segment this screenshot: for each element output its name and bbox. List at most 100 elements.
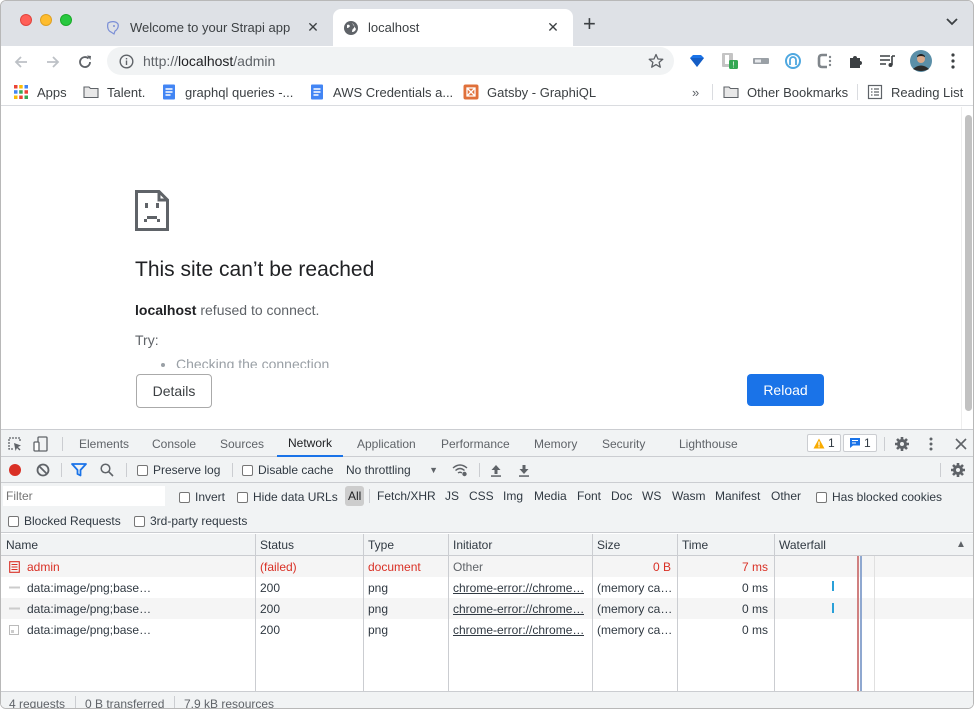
- cell-initiator[interactable]: chrome-error://chrome…: [448, 598, 592, 619]
- cell-initiator[interactable]: chrome-error://chrome…: [448, 577, 592, 598]
- inspect-element-icon[interactable]: [7, 436, 23, 452]
- bookmark-aws-credentials[interactable]: AWS Credentials a...: [309, 82, 453, 102]
- column-header-size[interactable]: Size: [592, 534, 677, 555]
- minimize-window-button[interactable]: [40, 14, 52, 26]
- warnings-badge[interactable]: 1: [807, 434, 841, 452]
- checkbox[interactable]: [8, 515, 19, 527]
- bookmark-star-icon[interactable]: [648, 53, 664, 69]
- filter-input[interactable]: [3, 486, 165, 506]
- bookmarks-overflow-button[interactable]: »: [692, 82, 699, 102]
- media-control-icon[interactable]: [878, 51, 898, 71]
- maximize-window-button[interactable]: [60, 14, 72, 26]
- devtools-more-icon[interactable]: [926, 436, 936, 452]
- table-row[interactable]: admin (failed) document Other 0 B 7 ms: [1, 556, 973, 577]
- extension-warning-icon[interactable]: !: [720, 51, 740, 71]
- checkbox[interactable]: [242, 464, 253, 476]
- scrollbar-thumb[interactable]: [965, 115, 972, 411]
- filter-type-img[interactable]: Img: [500, 486, 526, 506]
- redux-devtools-icon[interactable]: [783, 51, 803, 71]
- filter-type-css[interactable]: CSS: [466, 486, 497, 506]
- import-har-icon[interactable]: [489, 463, 503, 477]
- page-scrollbar[interactable]: [961, 107, 973, 429]
- close-tab-icon[interactable]: ✕: [305, 19, 321, 36]
- tab-localhost[interactable]: localhost ✕: [333, 9, 573, 46]
- close-devtools-icon[interactable]: [954, 437, 968, 451]
- search-icon[interactable]: [100, 463, 114, 477]
- profile-avatar[interactable]: [909, 49, 933, 73]
- address-bar[interactable]: http://localhost/admin: [107, 47, 674, 75]
- extension-tag-icon[interactable]: [751, 51, 771, 71]
- filter-type-fetch-xhr[interactable]: Fetch/XHR: [374, 486, 439, 506]
- column-divider[interactable]: [363, 534, 364, 691]
- bookmark-gatsby-graphiql[interactable]: Gatsby - GraphiQL: [463, 82, 596, 102]
- filter-type-manifest[interactable]: Manifest: [712, 486, 763, 506]
- clear-icon[interactable]: [36, 463, 50, 477]
- throttling-select[interactable]: No throttling ▼: [346, 463, 438, 477]
- close-tab-icon[interactable]: ✕: [545, 19, 561, 36]
- table-row[interactable]: data:image/png;base… 200 png chrome-error:/…: [1, 619, 973, 640]
- filter-type-all[interactable]: All: [345, 486, 365, 506]
- column-divider[interactable]: [592, 534, 593, 691]
- tab-sources[interactable]: Sources: [213, 430, 271, 457]
- network-conditions-icon[interactable]: [452, 463, 468, 477]
- column-header-status[interactable]: Status: [255, 534, 363, 555]
- column-divider[interactable]: [774, 534, 775, 691]
- url-text[interactable]: http://localhost/admin: [143, 53, 275, 69]
- site-info-icon[interactable]: [119, 53, 134, 69]
- column-divider[interactable]: [677, 534, 678, 691]
- checkbox[interactable]: [137, 464, 148, 476]
- close-window-button[interactable]: [20, 14, 32, 26]
- table-row[interactable]: data:image/png;base… 200 png chrome-error:/…: [1, 577, 973, 598]
- filter-type-doc[interactable]: Doc: [608, 486, 635, 506]
- column-divider[interactable]: [255, 534, 256, 691]
- table-row[interactable]: data:image/png;base… 200 png chrome-error:/…: [1, 598, 973, 619]
- c-extension-icon[interactable]: [815, 51, 835, 71]
- filter-type-js[interactable]: JS: [442, 486, 462, 506]
- tab-console[interactable]: Console: [145, 430, 203, 457]
- puzzle-icon[interactable]: [846, 51, 866, 71]
- sort-ascending-icon[interactable]: ▲: [951, 534, 971, 555]
- column-divider[interactable]: [448, 534, 449, 691]
- back-button[interactable]: [11, 52, 31, 72]
- checkbox[interactable]: [134, 515, 145, 527]
- forward-button[interactable]: [43, 52, 63, 72]
- export-har-icon[interactable]: [517, 463, 531, 477]
- filter-type-ws[interactable]: WS: [639, 486, 664, 506]
- filter-type-other[interactable]: Other: [768, 486, 804, 506]
- filter-type-font[interactable]: Font: [574, 486, 604, 506]
- checkbox[interactable]: [179, 491, 190, 503]
- bookmark-graphql-queries[interactable]: graphql queries -...: [161, 82, 293, 102]
- tab-network[interactable]: Network: [277, 430, 344, 457]
- settings-gear-icon[interactable]: [894, 436, 910, 452]
- reading-list[interactable]: Reading List: [867, 82, 963, 102]
- checkbox[interactable]: [237, 491, 248, 503]
- bookmark-apps[interactable]: Apps: [13, 82, 67, 102]
- cell-initiator[interactable]: chrome-error://chrome…: [448, 619, 592, 640]
- column-header-waterfall[interactable]: Waterfall: [774, 534, 954, 555]
- tab-lighthouse[interactable]: Lighthouse: [672, 430, 745, 457]
- tab-search-chevron-icon[interactable]: [945, 15, 959, 29]
- filter-type-media[interactable]: Media: [531, 486, 570, 506]
- column-header-name[interactable]: Name: [1, 534, 255, 555]
- checkbox[interactable]: [816, 491, 827, 503]
- blocked-requests-checkbox[interactable]: Blocked Requests: [8, 514, 121, 528]
- column-header-type[interactable]: Type: [363, 534, 448, 555]
- column-header-initiator[interactable]: Initiator: [448, 534, 592, 555]
- third-party-requests-checkbox[interactable]: 3rd-party requests: [134, 514, 247, 528]
- reload-button[interactable]: Reload: [747, 374, 824, 406]
- network-settings-gear-icon[interactable]: [950, 462, 966, 478]
- tab-security[interactable]: Security: [595, 430, 652, 457]
- hide-data-urls-checkbox[interactable]: Hide data URLs: [237, 490, 338, 504]
- disable-cache-checkbox[interactable]: Disable cache: [242, 463, 333, 477]
- has-blocked-cookies-checkbox[interactable]: Has blocked cookies: [816, 490, 942, 504]
- filter-type-wasm[interactable]: Wasm: [669, 486, 709, 506]
- new-tab-button[interactable]: +: [583, 13, 596, 35]
- reload-page-button[interactable]: [75, 52, 95, 72]
- tab-strapi[interactable]: Welcome to your Strapi app ✕: [93, 9, 333, 46]
- details-button[interactable]: Details: [136, 374, 212, 408]
- column-header-time[interactable]: Time: [677, 534, 774, 555]
- more-menu-icon[interactable]: [943, 51, 963, 71]
- bookmark-folder-talent[interactable]: Talent.: [83, 82, 145, 102]
- sketch-gem-icon[interactable]: [687, 51, 707, 71]
- preserve-log-checkbox[interactable]: Preserve log: [137, 463, 220, 477]
